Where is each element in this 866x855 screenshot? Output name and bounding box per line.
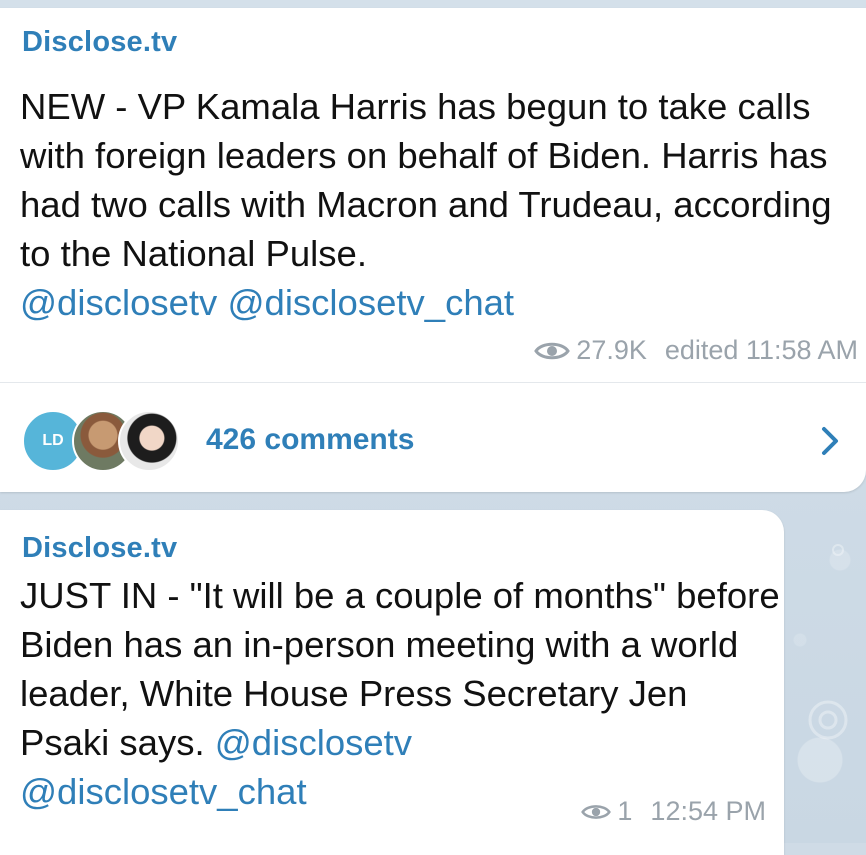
- mention-link[interactable]: @disclosetv: [215, 722, 412, 763]
- wallpaper-doodle-icon: [808, 700, 848, 740]
- mention-link[interactable]: @disclosetv: [20, 282, 217, 323]
- comments-button[interactable]: LD 426 comments: [0, 383, 866, 492]
- post-body: NEW - VP Kamala Harris has begun to take…: [20, 86, 832, 274]
- channel-post[interactable]: Disclose.tv NEW - VP Kamala Harris has b…: [0, 8, 866, 492]
- eye-icon: [534, 342, 571, 359]
- commenter-avatars: LD: [22, 410, 182, 474]
- post-meta: 1 12:54 PM: [581, 796, 766, 827]
- channel-post[interactable]: Disclose.tv JUST IN - "It will be a coup…: [0, 510, 784, 855]
- wallpaper-doodle-icon: [832, 544, 844, 556]
- mention-link[interactable]: @disclosetv_chat: [20, 771, 307, 812]
- avatar: [118, 410, 180, 472]
- post-meta: 27.9K edited 11:58 AM: [534, 335, 858, 366]
- comments-count-label[interactable]: 426 comments: [206, 423, 414, 457]
- post-sender-name[interactable]: Disclose.tv: [22, 532, 177, 565]
- post-timestamp: 12:54 PM: [650, 796, 766, 826]
- mention-link[interactable]: @disclosetv_chat: [227, 282, 514, 323]
- post-message-text: JUST IN - "It will be a couple of months…: [20, 571, 780, 816]
- view-count: 1: [617, 796, 633, 826]
- view-count: 27.9K: [576, 335, 647, 365]
- post-timestamp: edited 11:58 AM: [664, 335, 858, 365]
- eye-icon: [581, 804, 612, 819]
- post-sender-name[interactable]: Disclose.tv: [22, 26, 177, 59]
- chevron-right-icon[interactable]: [820, 425, 840, 457]
- post-message-text: NEW - VP Kamala Harris has begun to take…: [20, 82, 860, 327]
